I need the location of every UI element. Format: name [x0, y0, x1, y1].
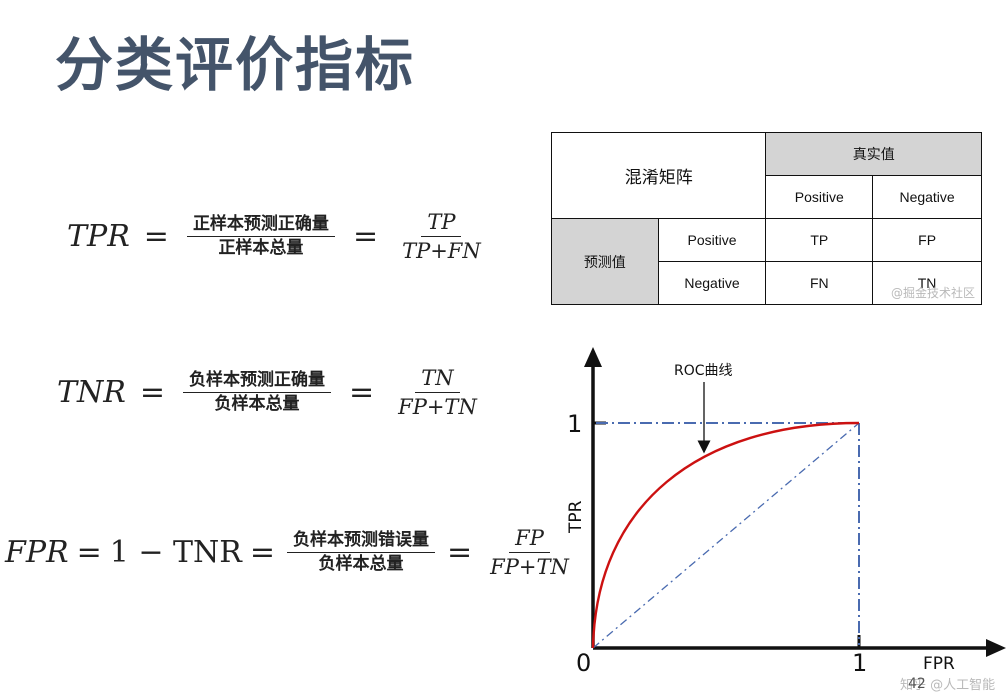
equals-sign: =: [139, 375, 165, 411]
tnr-denominator: FP+TN: [398, 395, 477, 420]
equals-sign: =: [447, 535, 473, 571]
actual-value-header: 真实值: [765, 132, 982, 176]
confusion-matrix-table: 混淆矩阵 真实值 Positive Negative 预测值 Positive …: [550, 132, 982, 305]
origin-label: 0: [576, 649, 591, 677]
tnr-chinese-denominator: 负样本总量: [214, 394, 300, 415]
equals-sign: =: [352, 219, 379, 255]
roc-curve-label: ROC曲线: [674, 363, 733, 379]
cell-tp: TP: [765, 218, 874, 262]
equals-sign: =: [143, 219, 169, 255]
tpr-lhs: TPR: [67, 219, 130, 255]
page-title: 分类评价指标: [55, 31, 416, 99]
diagonal-dash-line: [592, 422, 860, 649]
juejin-watermark: @掘金技术社区: [891, 286, 976, 300]
tnr-formula: TNR = 负样本预测正确量 负样本总量 = TN FP+TN: [57, 364, 487, 422]
fpr-middle-expression: 1 − TNR: [109, 535, 242, 571]
predicted-negative-label: Negative: [657, 261, 767, 305]
tpr-chinese-fraction: 正样本预测正确量 正样本总量: [186, 213, 335, 260]
actual-negative-label: Negative: [872, 175, 982, 219]
page-number: 42: [908, 676, 926, 692]
confusion-matrix-corner: 混淆矩阵: [550, 132, 767, 219]
tnr-math-fraction: TN FP+TN: [392, 364, 483, 422]
tpr-denominator: TP+FN: [402, 239, 481, 264]
tpr-chinese-denominator: 正样本总量: [218, 238, 304, 259]
y-axis-arrow: [584, 347, 602, 367]
roc-diagram: ROC曲线 1 1 0 TPR FPR 知乎 @人工智能: [566, 347, 1006, 693]
tpr-chinese-numerator: 正样本预测正确量: [186, 213, 335, 238]
fpr-formula: FPR = 1 − TNR = 负样本预测错误量 负样本总量 = FP FP+T…: [5, 524, 579, 582]
equals-sign: =: [249, 535, 276, 571]
fpr-chinese-fraction: 负样本预测错误量 负样本总量: [287, 529, 436, 576]
tpr-formula: TPR = 正样本预测正确量 正样本总量 = TP TP+FN: [67, 208, 491, 266]
fpr-numerator: FP: [509, 524, 550, 554]
cell-fp: FP: [872, 218, 982, 262]
predicted-value-header: 预测值: [551, 218, 659, 305]
x-tick-label: 1: [852, 649, 867, 677]
cell-fn: FN: [765, 261, 874, 305]
x-axis-arrow: [986, 639, 1006, 657]
y-axis-label: TPR: [566, 500, 586, 534]
actual-positive-label: Positive: [765, 175, 874, 219]
equals-sign: =: [349, 375, 375, 411]
tnr-numerator: TN: [415, 364, 460, 394]
tpr-math-fraction: TP TP+FN: [396, 208, 487, 266]
tnr-lhs: TNR: [57, 375, 126, 411]
x-axis-label: FPR: [923, 654, 955, 674]
y-tick-label: 1: [567, 410, 582, 438]
tnr-chinese-numerator: 负样本预测正确量: [183, 369, 331, 394]
fpr-chinese-denominator: 负样本总量: [318, 554, 404, 575]
tnr-chinese-fraction: 负样本预测正确量 负样本总量: [183, 369, 331, 416]
fpr-chinese-numerator: 负样本预测错误量: [287, 529, 436, 554]
equals-sign: =: [76, 535, 102, 571]
predicted-positive-label: Positive: [657, 218, 767, 262]
tpr-numerator: TP: [421, 208, 462, 238]
fpr-lhs: FPR: [5, 535, 69, 571]
